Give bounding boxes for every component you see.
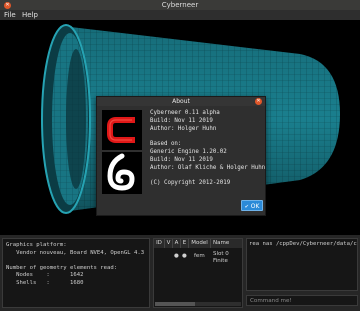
info-line: [6, 257, 146, 265]
column-header-name[interactable]: Name: [211, 239, 242, 248]
about-dialog: About ✕ Cyberneer 0.11 alpha Build: Nov …: [96, 96, 266, 216]
info-line: Shells : 1680: [6, 279, 84, 286]
info-line: Vendor nouveau, Board NVE4, OpenGL 4.3: [6, 249, 145, 256]
about-line: [150, 172, 262, 180]
row-active-dot[interactable]: ●: [174, 253, 179, 260]
about-line: Author: Olaf Kliche & Holger Huhn: [150, 164, 266, 171]
console-output[interactable]: rea nas /cppDev/Cyberneer/data/c: [246, 238, 358, 291]
about-close-icon[interactable]: ✕: [255, 98, 262, 105]
menu-file[interactable]: File: [4, 10, 16, 20]
console-line: rea nas /cppDev/Cyberneer/data/c: [249, 241, 357, 247]
column-header-model[interactable]: Model: [189, 239, 211, 248]
about-line: Cyberneer 0.11 alpha: [150, 110, 220, 116]
window-titlebar: ✕ Cyberneer: [0, 0, 360, 10]
info-output[interactable]: Graphics platform: Vendor nouveau, Board…: [2, 238, 150, 308]
about-line: (C) Copyright 2012-2019: [150, 180, 231, 187]
ok-button[interactable]: ✔ OK: [241, 200, 263, 211]
about-line: Based on:: [150, 141, 182, 148]
generic-engine-logo: [102, 152, 142, 194]
menu-bar: File Help: [0, 10, 360, 20]
info-line: Nodes : 1642: [6, 272, 84, 279]
about-line: Generic Engine 1.20.02: [150, 148, 227, 155]
about-line: Build: Nov 11 2019: [150, 156, 213, 163]
menu-help[interactable]: Help: [22, 10, 38, 20]
row-name: Slot 0 Finite: [213, 251, 229, 264]
row-model: fem: [194, 253, 205, 259]
about-line: Author: Holger Huhn: [150, 125, 217, 132]
row-edit-dot[interactable]: ●: [182, 253, 187, 260]
about-line: [150, 133, 262, 141]
about-line: Build: Nov 11 2019: [150, 117, 213, 124]
cyberneer-logo: [102, 110, 142, 150]
command-input[interactable]: [246, 295, 358, 306]
column-header-a[interactable]: A: [173, 239, 181, 248]
column-header-v[interactable]: V: [165, 239, 173, 248]
checkmark-icon: ✔: [244, 204, 249, 210]
info-line: Graphics platform:: [6, 242, 67, 248]
column-header-id[interactable]: ID: [154, 239, 165, 248]
info-line: Number of geometry elements read:: [6, 264, 118, 271]
column-header-e[interactable]: E: [181, 239, 189, 248]
about-text: Cyberneer 0.11 alpha Build: Nov 11 2019 …: [150, 110, 266, 188]
about-dialog-title: About: [97, 97, 265, 106]
window-title: Cyberneer: [161, 1, 199, 9]
bottom-panel: Graphics platform: Vendor nouveau, Board…: [0, 235, 360, 311]
model-table[interactable]: ID V A E Model Name ● ● fem Slot 0 Finit…: [153, 238, 243, 308]
window-close-icon[interactable]: ✕: [4, 2, 11, 9]
table-horizontal-scrollbar[interactable]: [155, 302, 241, 306]
ok-button-label: OK: [250, 203, 260, 210]
